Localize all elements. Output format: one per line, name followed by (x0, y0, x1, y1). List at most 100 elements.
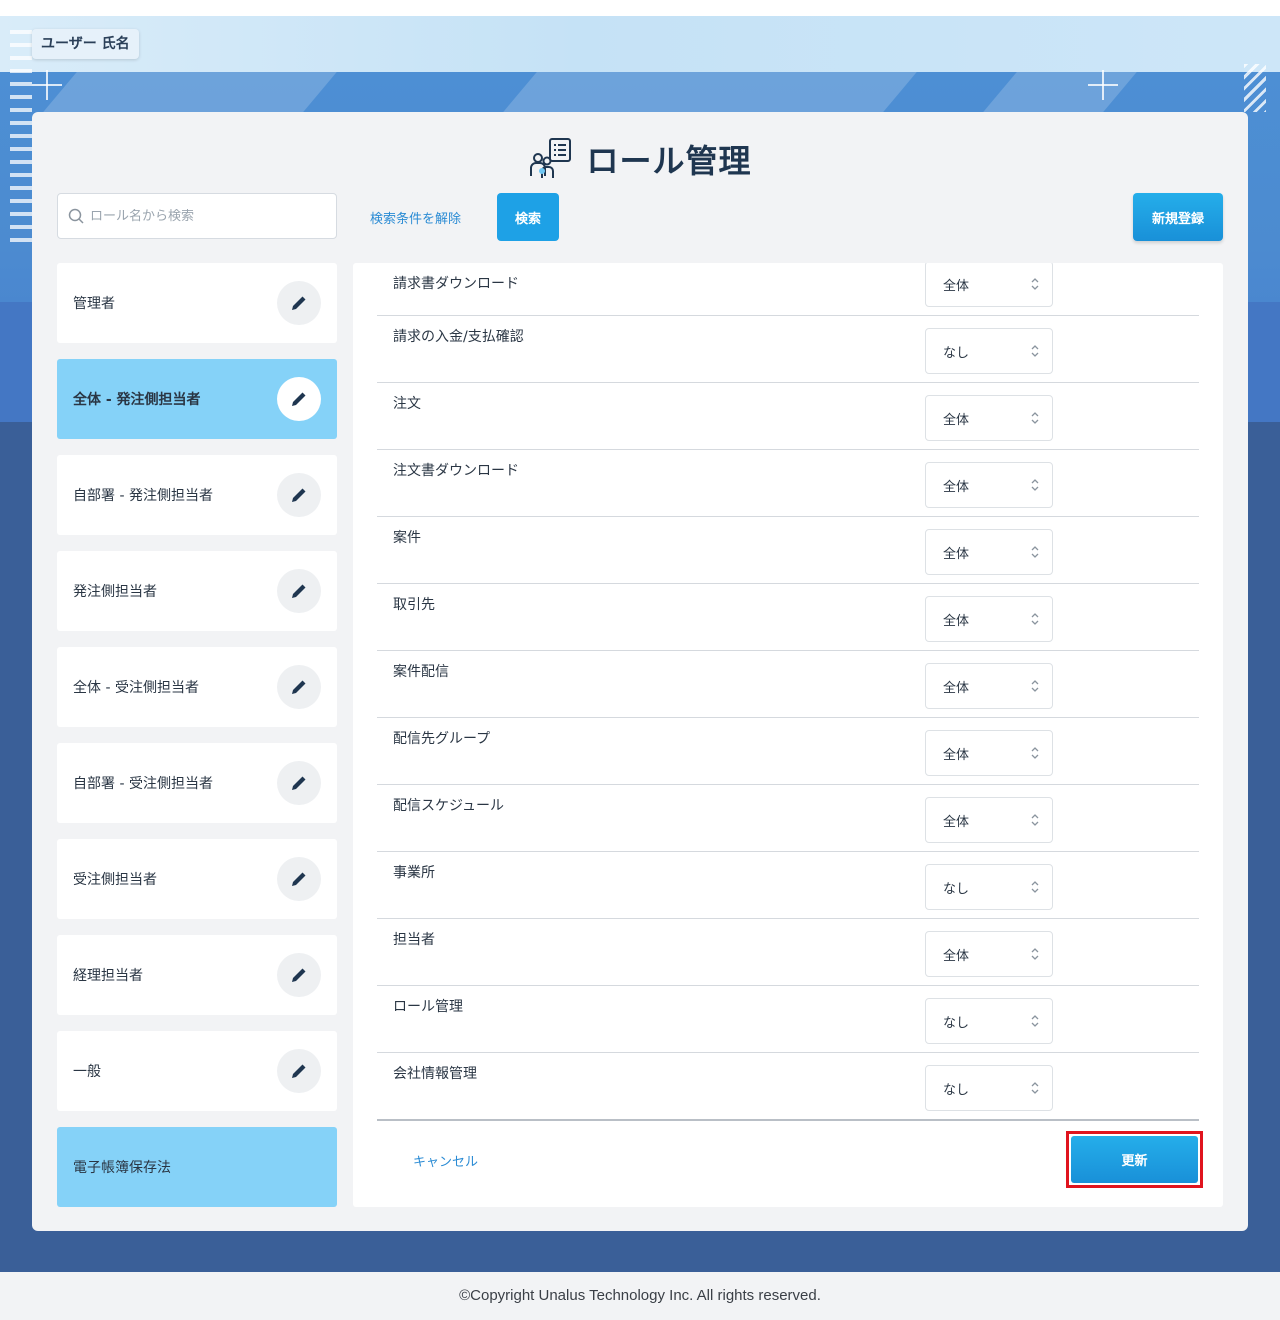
footer-copyright: ©Copyright Unalus Technology Inc. All ri… (0, 1272, 1280, 1320)
cancel-link[interactable]: キャンセル (413, 1151, 478, 1170)
permission-label: 配信スケジュール (393, 798, 505, 814)
role-item-label: 全体 - 発注側担当者 (73, 392, 201, 408)
role-item[interactable]: 管理者 (57, 263, 337, 343)
edit-role-button[interactable] (277, 665, 321, 709)
search-box[interactable] (57, 193, 337, 239)
permission-row: 請求書ダウンロード 全体 (377, 263, 1199, 316)
permission-select[interactable]: 全体 (925, 529, 1053, 575)
permission-label: 注文書ダウンロード (393, 463, 519, 479)
role-item[interactable]: 自部署 - 受注側担当者 (57, 743, 337, 823)
permission-label: 会社情報管理 (393, 1066, 477, 1082)
role-item[interactable]: 全体 - 受注側担当者 (57, 647, 337, 727)
edit-role-button[interactable] (277, 569, 321, 613)
role-item-label: 自部署 - 受注側担当者 (73, 776, 213, 792)
permission-value: 全体 (943, 412, 970, 428)
banner-light-band (0, 16, 1280, 72)
role-item[interactable]: 発注側担当者 (57, 551, 337, 631)
edit-role-button[interactable] (277, 473, 321, 517)
pencil-icon (292, 488, 306, 502)
role-item[interactable]: 一般 (57, 1031, 337, 1111)
clear-search-link[interactable]: 検索条件を解除 (370, 208, 461, 227)
role-item-label: 自部署 - 発注側担当者 (73, 488, 213, 504)
permission-value: 全体 (943, 747, 970, 763)
permission-row: 担当者 全体 (377, 919, 1199, 986)
pencil-icon (292, 872, 306, 886)
banner-cross-decoration (32, 70, 62, 100)
permission-row: 会社情報管理 なし (377, 1053, 1199, 1120)
permission-value: 全体 (943, 814, 970, 830)
pencil-icon (292, 392, 306, 406)
permission-row: 案件配信 全体 (377, 651, 1199, 718)
user-name-badge[interactable]: ユーザー 氏名 (32, 29, 139, 59)
role-item-label: 経理担当者 (73, 968, 143, 984)
search-input[interactable] (90, 208, 320, 224)
chevron-updown-icon (1031, 1015, 1039, 1027)
page-header: ロール管理 (32, 136, 1248, 184)
permission-select[interactable]: なし (925, 864, 1053, 910)
role-management-icon (530, 138, 572, 178)
permission-select[interactable]: なし (925, 1065, 1053, 1111)
pencil-icon (292, 680, 306, 694)
permission-row: 配信先グループ 全体 (377, 718, 1199, 785)
new-role-button[interactable]: 新規登録 (1133, 193, 1223, 241)
chevron-updown-icon (1031, 814, 1039, 826)
permission-value: なし (943, 1082, 970, 1098)
permission-select[interactable]: 全体 (925, 462, 1053, 508)
main-panel: ロール管理 検索条件を解除 検索 新規登録 管理者 全体 - 発注側担当者 自部… (32, 112, 1248, 1231)
permission-row: 配信スケジュール 全体 (377, 785, 1199, 852)
permission-row: 案件 全体 (377, 517, 1199, 584)
chevron-updown-icon (1031, 881, 1039, 893)
permission-row: 注文書ダウンロード 全体 (377, 450, 1199, 517)
permission-select[interactable]: 全体 (925, 730, 1053, 776)
permission-row: 注文 全体 (377, 383, 1199, 450)
permission-select[interactable]: 全体 (925, 596, 1053, 642)
pencil-icon (292, 296, 306, 310)
permission-select[interactable]: 全体 (925, 797, 1053, 843)
permission-label: 案件 (393, 530, 421, 546)
role-list: 管理者 全体 - 発注側担当者 自部署 - 発注側担当者 発注側担当者 全体 -… (57, 263, 337, 1223)
permission-label: 担当者 (393, 932, 435, 948)
chevron-updown-icon (1031, 345, 1039, 357)
permission-select[interactable]: 全体 (925, 263, 1053, 307)
divider (377, 1119, 1199, 1121)
edit-role-button[interactable] (277, 377, 321, 421)
edit-role-button[interactable] (277, 281, 321, 325)
search-button[interactable]: 検索 (497, 193, 559, 241)
permission-list: 請求書ダウンロード 全体 請求の入金/支払確認 なし 注文 全体 注文書ダウンロ… (377, 263, 1199, 1120)
search-icon (68, 208, 84, 224)
pencil-icon (292, 776, 306, 790)
page-title: ロール管理 (586, 142, 752, 180)
permission-select[interactable]: 全体 (925, 663, 1053, 709)
role-item[interactable]: 経理担当者 (57, 935, 337, 1015)
permission-label: 請求書ダウンロード (393, 276, 519, 292)
permission-select[interactable]: なし (925, 998, 1053, 1044)
role-item-label: 管理者 (73, 296, 115, 312)
permission-select[interactable]: 全体 (925, 931, 1053, 977)
role-item-selected[interactable]: 全体 - 発注側担当者 (57, 359, 337, 439)
chevron-updown-icon (1031, 479, 1039, 491)
role-item-label: 一般 (73, 1064, 101, 1080)
edit-role-button[interactable] (277, 953, 321, 997)
chevron-updown-icon (1031, 1082, 1039, 1094)
role-item[interactable]: 自部署 - 発注側担当者 (57, 455, 337, 535)
edit-role-button[interactable] (277, 761, 321, 805)
permission-value: 全体 (943, 479, 970, 495)
role-item[interactable]: 電子帳簿保存法 (57, 1127, 337, 1207)
permission-select[interactable]: 全体 (925, 395, 1053, 441)
permission-row: 請求の入金/支払確認 なし (377, 316, 1199, 383)
role-item[interactable]: 受注側担当者 (57, 839, 337, 919)
banner-decoration-lines (10, 30, 32, 280)
edit-role-button[interactable] (277, 857, 321, 901)
permission-value: 全体 (943, 278, 970, 294)
permission-label: 請求の入金/支払確認 (393, 329, 524, 345)
pencil-icon (292, 584, 306, 598)
chevron-updown-icon (1031, 680, 1039, 692)
role-item-label: 発注側担当者 (73, 584, 157, 600)
permission-row: 取引先 全体 (377, 584, 1199, 651)
permission-value: 全体 (943, 546, 970, 562)
edit-role-button[interactable] (277, 1049, 321, 1093)
top-strip (0, 0, 1280, 16)
permission-select[interactable]: なし (925, 328, 1053, 374)
update-button[interactable]: 更新 (1071, 1136, 1198, 1183)
pencil-icon (292, 1064, 306, 1078)
